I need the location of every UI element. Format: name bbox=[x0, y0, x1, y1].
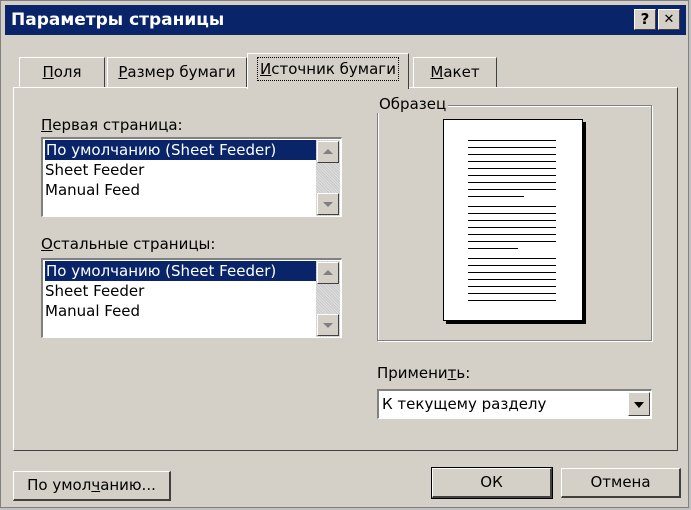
arrow-up-icon bbox=[323, 149, 333, 154]
tab-label: Поля bbox=[42, 63, 82, 81]
arrow-down-icon bbox=[323, 323, 333, 328]
close-button[interactable]: ✕ bbox=[658, 9, 680, 30]
list-item[interactable]: Sheet Feeder bbox=[45, 160, 144, 180]
preview-title: Образец bbox=[377, 95, 449, 113]
list-item[interactable]: По умолчанию (Sheet Feeder) bbox=[45, 140, 320, 160]
scroll-down-button[interactable] bbox=[317, 193, 339, 215]
tab-label: Источник бумаги bbox=[257, 57, 399, 81]
first-page-listbox[interactable]: По умолчанию (Sheet Feeder) Sheet Feeder… bbox=[41, 137, 342, 217]
close-icon: ✕ bbox=[663, 12, 675, 27]
arrow-up-icon bbox=[323, 270, 333, 275]
apply-label: Применить: bbox=[377, 364, 471, 382]
default-button[interactable]: По умолчанию... bbox=[13, 471, 171, 501]
ok-button[interactable]: ОК bbox=[431, 467, 553, 499]
scrollbar[interactable] bbox=[316, 140, 340, 216]
page-setup-dialog: Параметры страницы ? ✕ Поля Размер бумаг… bbox=[0, 0, 689, 508]
other-pages-listbox[interactable]: По умолчанию (Sheet Feeder) Sheet Feeder… bbox=[41, 258, 342, 338]
tab-fields[interactable]: Поля bbox=[19, 57, 105, 87]
scrollbar[interactable] bbox=[316, 261, 340, 337]
page-preview bbox=[443, 119, 583, 321]
list-item[interactable]: Manual Feed bbox=[45, 180, 140, 200]
help-icon: ? bbox=[640, 10, 650, 28]
list-item[interactable]: Sheet Feeder bbox=[45, 281, 144, 301]
window-title: Параметры страницы bbox=[11, 10, 225, 30]
apply-select[interactable]: К текущему разделу bbox=[377, 389, 652, 419]
other-pages-label: Остальные страницы: bbox=[41, 235, 216, 253]
chevron-down-icon bbox=[634, 402, 644, 408]
help-button[interactable]: ? bbox=[634, 9, 656, 30]
list-item[interactable]: По умолчанию (Sheet Feeder) bbox=[45, 261, 320, 281]
arrow-down-icon bbox=[323, 202, 333, 207]
tab-layout[interactable]: Макет bbox=[413, 57, 497, 87]
tab-label: Макет bbox=[430, 63, 480, 81]
scroll-up-button[interactable] bbox=[317, 262, 339, 284]
scroll-down-button[interactable] bbox=[317, 314, 339, 336]
first-page-label: Первая страница: bbox=[41, 116, 183, 134]
apply-value: К текущему разделу bbox=[382, 395, 547, 413]
tab-paper-source[interactable]: Источник бумаги bbox=[247, 53, 409, 89]
cancel-button[interactable]: Отмена bbox=[561, 468, 681, 498]
list-item[interactable]: Manual Feed bbox=[45, 301, 140, 321]
scroll-up-button[interactable] bbox=[317, 141, 339, 163]
title-bar[interactable]: Параметры страницы ? ✕ bbox=[5, 5, 686, 35]
tab-paper-size[interactable]: Размер бумаги bbox=[107, 57, 247, 87]
tab-label: Размер бумаги bbox=[118, 63, 236, 81]
dropdown-button[interactable] bbox=[628, 392, 650, 416]
